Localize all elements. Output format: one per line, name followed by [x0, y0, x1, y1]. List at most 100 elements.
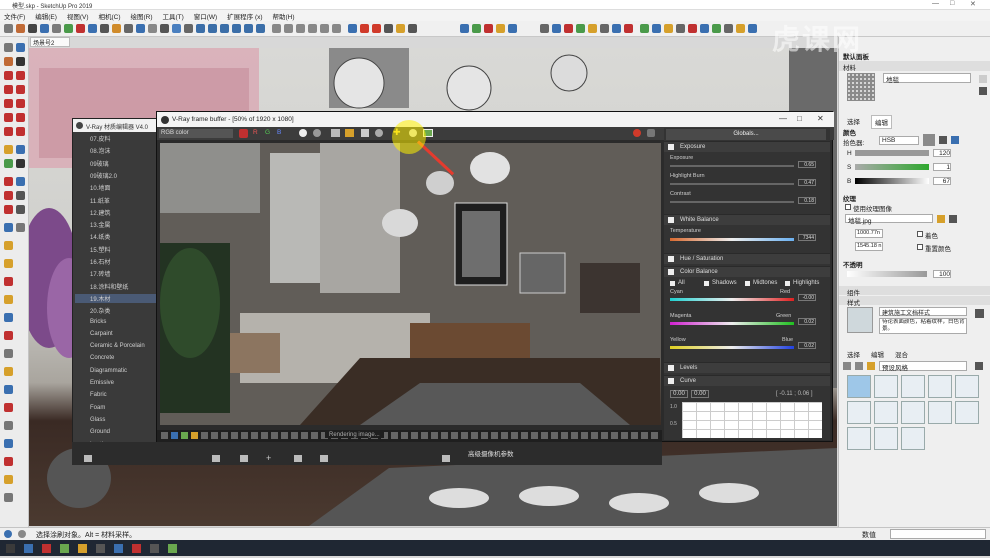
folder-icon[interactable] [294, 455, 302, 462]
top-view-icon[interactable] [208, 24, 217, 33]
hue-saturation-section-header[interactable]: Hue / Saturation [664, 253, 830, 264]
scale-tool-icon[interactable] [4, 127, 13, 136]
vray-frame-buffer-window[interactable]: V-Ray frame buffer - [50% of 1920 x 1080… [156, 111, 834, 442]
curve-output-field[interactable]: 0.00 [691, 390, 709, 398]
white-balance-checkbox[interactable] [668, 217, 674, 223]
undo-icon[interactable] [442, 455, 450, 462]
line-tool-icon[interactable] [16, 57, 25, 66]
line-icon[interactable] [28, 24, 37, 33]
vray-asset-icon[interactable] [408, 24, 417, 33]
material-swatch[interactable] [847, 73, 875, 101]
material-category-item[interactable]: Glass [90, 417, 105, 423]
mono-icon[interactable] [313, 129, 321, 137]
plugin-icon[interactable] [612, 24, 621, 33]
zoom-window-tool-icon[interactable] [16, 191, 25, 200]
browse-folder-icon[interactable] [937, 215, 945, 223]
orbit-icon[interactable] [148, 24, 157, 33]
edit-texture-icon[interactable] [949, 215, 957, 223]
material-category-item[interactable]: 09玻璃2.0 [90, 171, 117, 180]
material-category-item[interactable]: Bricks [90, 319, 106, 325]
levels-checkbox[interactable] [668, 365, 674, 371]
plugin-icon[interactable] [700, 24, 709, 33]
style-thumbnail-item[interactable] [901, 401, 925, 424]
minimize-button[interactable]: — [932, 0, 939, 7]
color-balance-section-header[interactable]: Color Balance [664, 266, 830, 277]
close-button[interactable]: ✕ [970, 0, 976, 8]
statusbar-icon[interactable] [301, 432, 308, 439]
maximize-button[interactable]: □ [950, 0, 954, 7]
statusbar-icon[interactable] [251, 432, 258, 439]
grid-icon[interactable] [212, 455, 220, 462]
plugin-icon[interactable] [552, 24, 561, 33]
plugin-icon[interactable] [496, 24, 505, 33]
plugin-icon[interactable] [724, 24, 733, 33]
statusbar-icon[interactable] [571, 432, 578, 439]
statusbar-icon[interactable] [561, 432, 568, 439]
vray-light-icon[interactable] [396, 24, 405, 33]
statusbar-icon[interactable] [291, 432, 298, 439]
material-category-item[interactable]: Concrete [90, 355, 114, 361]
misc-tool-icon[interactable] [4, 259, 13, 268]
midtones-checkbox[interactable] [745, 281, 750, 286]
default-material-icon[interactable] [979, 75, 987, 83]
style-thumbnail-item[interactable] [874, 401, 898, 424]
statusbar-icon[interactable] [441, 432, 448, 439]
material-category-item[interactable]: 19.木材 [75, 293, 165, 303]
color-balance-checkbox[interactable] [668, 269, 674, 275]
statusbar-icon[interactable] [541, 432, 548, 439]
curve-checkbox[interactable] [668, 378, 674, 384]
misc-tool-icon[interactable] [4, 277, 13, 286]
statusbar-icon[interactable] [531, 432, 538, 439]
reset-color-label[interactable]: 重置颜色 [925, 243, 951, 253]
misc-tool-icon[interactable] [4, 403, 13, 412]
misc-tool-icon[interactable] [4, 493, 13, 502]
left-view-icon[interactable] [256, 24, 265, 33]
edit-icon[interactable] [240, 455, 248, 462]
blue-channel-button[interactable]: B [277, 129, 281, 136]
tape-icon[interactable] [124, 24, 133, 33]
push-pull-icon[interactable] [64, 24, 73, 33]
plugin-icon[interactable] [736, 24, 745, 33]
style-tab-edit[interactable]: 编辑 [871, 349, 884, 359]
misc-tool-icon[interactable] [4, 385, 13, 394]
statusbar-icon[interactable] [181, 432, 188, 439]
red-channel-button[interactable]: R [253, 129, 258, 136]
tab-select[interactable]: 选择 [847, 116, 860, 126]
style-name-input[interactable]: 建筑施工文档样式 [879, 307, 967, 317]
texture-file-input[interactable]: 地毯.jpg [845, 214, 933, 225]
material-category-item[interactable]: 15.塑料 [90, 245, 110, 254]
back-view-icon[interactable] [244, 24, 253, 33]
material-category-item[interactable]: 13.金属 [90, 220, 110, 229]
plugin-icon[interactable] [564, 24, 573, 33]
statusbar-icon[interactable] [641, 432, 648, 439]
offset-tool-icon[interactable] [16, 127, 25, 136]
curve-graph[interactable] [682, 402, 822, 438]
style-thumbnail-item[interactable] [847, 427, 871, 450]
reset-color-swatch[interactable] [917, 244, 923, 250]
plugin-icon[interactable] [540, 24, 549, 33]
followme-tool-icon[interactable] [16, 113, 25, 122]
statusbar-icon[interactable] [401, 432, 408, 439]
misc-tool-icon[interactable] [4, 457, 13, 466]
statusbar-icon[interactable] [471, 432, 478, 439]
scale-icon[interactable] [100, 24, 109, 33]
magenta-green-value[interactable]: 0.02 [798, 318, 816, 325]
material-category-item[interactable]: 16.石材 [90, 257, 110, 266]
statusbar-icon[interactable] [231, 432, 238, 439]
style-thumbnail-item[interactable] [874, 427, 898, 450]
monochrome-icon[interactable] [332, 24, 341, 33]
texture-height-input[interactable]: 1545.18 n [855, 242, 883, 251]
offset-icon[interactable] [112, 24, 121, 33]
plugin-icon[interactable] [472, 24, 481, 33]
statusbar-icon[interactable] [611, 432, 618, 439]
statusbar-icon[interactable] [431, 432, 438, 439]
statusbar-icon[interactable] [311, 432, 318, 439]
style-thumbnail-item[interactable] [955, 401, 979, 424]
brightness-value[interactable]: 67 [933, 177, 951, 185]
styles-section-header[interactable]: 样式 [839, 296, 990, 307]
move-icon[interactable] [76, 24, 85, 33]
style-thumbnail-item[interactable] [928, 401, 952, 424]
camera-advanced-row[interactable]: 高级摄像机参数 [468, 448, 514, 458]
statusbar-icon[interactable] [451, 432, 458, 439]
text-tool-icon[interactable] [16, 159, 25, 168]
